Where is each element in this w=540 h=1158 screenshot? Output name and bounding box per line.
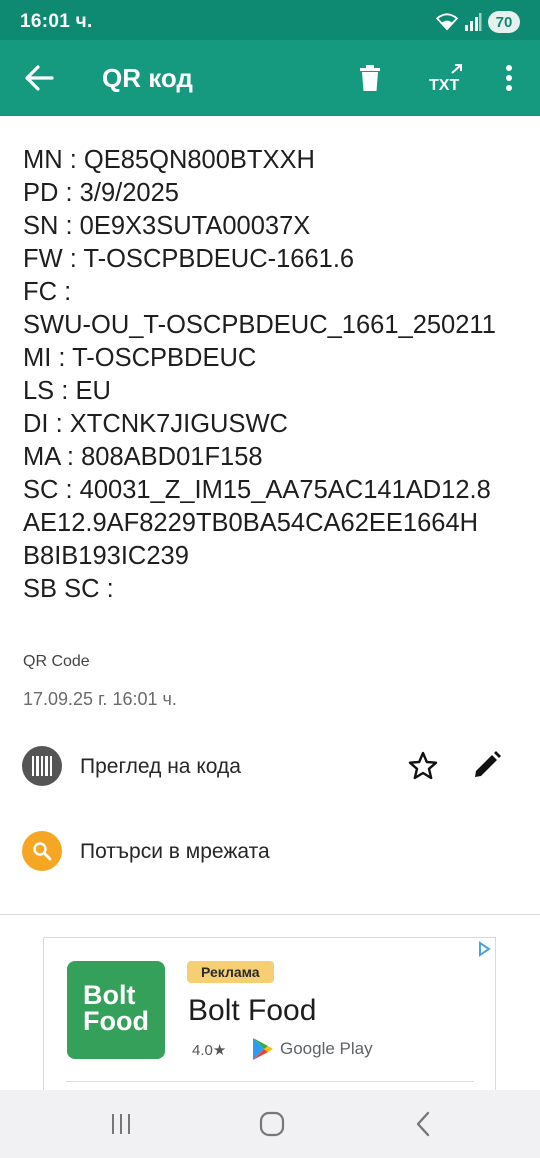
more-vert-icon <box>506 65 512 91</box>
home-icon <box>259 1111 285 1137</box>
wifi-icon <box>436 13 458 31</box>
qr-text-line: LS : EU <box>23 377 111 405</box>
star-icon[interactable] <box>408 751 438 786</box>
search-web-row[interactable]: Потърси в мрежата <box>0 821 540 881</box>
qr-text-line: MA : 808ABD01F158 <box>23 443 263 471</box>
view-code-label: Преглед на кода <box>80 755 241 778</box>
qr-text-line: SC : 40031_Z_IM15_AA75AC141AD12.8 <box>23 476 491 504</box>
status-icons: 70 <box>436 11 520 33</box>
more-options-button[interactable] <box>492 60 526 96</box>
ad-logo-line2: Food <box>83 1006 149 1036</box>
search-icon <box>22 831 62 871</box>
qr-text-line: SWU-OU_T-OSCPBDEUC_1661_250211 <box>23 311 496 339</box>
qr-text-line: B8IB193IC239 <box>23 542 189 570</box>
ad-logo-line1: Bolt <box>83 980 136 1010</box>
status-bar: 16:01 ч. 70 <box>0 0 540 40</box>
ad-badge: Реклама <box>187 961 274 983</box>
back-chevron-icon <box>416 1111 430 1137</box>
google-play-icon <box>253 1038 273 1060</box>
ad-app-logo[interactable]: Bolt Food <box>67 961 165 1059</box>
google-play-label[interactable]: Google Play <box>252 1037 373 1061</box>
qr-content-text: MN : QE85QN800BTXXH PD : 3/9/2025 SN : 0E9… <box>23 144 523 606</box>
store-name: Google Play <box>280 1039 373 1058</box>
qr-text-line: MI : T-OSCPBDEUC <box>23 344 257 372</box>
view-code-row[interactable]: Преглед на кода <box>0 736 540 796</box>
page-title: QR код <box>102 63 193 93</box>
search-web-label: Потърси в мрежата <box>80 840 270 863</box>
qr-text-line: AE12.9AF8229TB0BA54CA62EE1664H <box>23 509 479 537</box>
adchoices-icon[interactable] <box>475 940 493 958</box>
delete-button[interactable] <box>352 60 388 96</box>
export-txt-button[interactable]: TXT <box>426 60 466 96</box>
ad-rating: 4.0★ <box>192 1042 227 1059</box>
signal-icon <box>465 13 482 31</box>
qr-text-line: SN : 0E9X3SUTA00037X <box>23 212 311 240</box>
qr-text-line: MN : QE85QN800BTXXH <box>23 146 315 174</box>
divider <box>0 914 540 915</box>
ad-banner[interactable]: Bolt Food Реклама Bolt Food 4.0★ Google … <box>43 937 496 1097</box>
recents-button[interactable] <box>104 1108 138 1140</box>
system-nav-bar <box>0 1090 540 1158</box>
status-time: 16:01 ч. <box>20 11 93 32</box>
qr-text-line: SB SC : <box>23 575 114 603</box>
scan-date: 17.09.25 г. 16:01 ч. <box>23 689 177 709</box>
qr-text-line: PD : 3/9/2025 <box>23 179 179 207</box>
edit-icon[interactable] <box>472 750 502 785</box>
ad-title[interactable]: Bolt Food <box>188 994 316 1028</box>
back-nav-button[interactable] <box>406 1108 440 1140</box>
home-button[interactable] <box>255 1108 289 1140</box>
trash-icon <box>360 65 380 91</box>
ad-divider <box>66 1081 474 1082</box>
code-format-label: QR Code <box>23 653 90 670</box>
qr-text-line: DI : XTCNK7JIGUSWC <box>23 410 288 438</box>
recents-icon <box>112 1114 130 1134</box>
svg-text:TXT: TXT <box>429 77 459 93</box>
qr-text-line: FC : <box>23 278 72 306</box>
qr-text-line: FW : T-OSCPBDEUC-1661.6 <box>23 245 355 273</box>
app-bar: QR код TXT <box>0 40 540 116</box>
txt-export-icon: TXT <box>429 64 462 93</box>
barcode-icon <box>22 746 62 786</box>
battery-icon: 70 <box>488 11 520 33</box>
back-arrow-icon[interactable] <box>22 62 56 94</box>
